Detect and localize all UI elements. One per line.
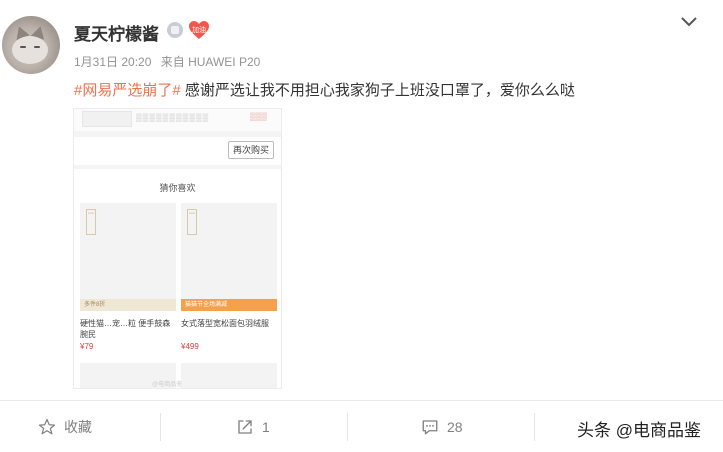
favorite-label: 收藏 — [64, 418, 92, 435]
blurred-thumb — [82, 111, 132, 127]
product-price: ¥499 — [181, 342, 199, 351]
divider — [534, 413, 535, 441]
blurred-price: ▒▒▒ — [250, 112, 268, 121]
screenshot-watermark: @电商品鉴 — [152, 382, 183, 388]
product-flag: ▫▫▫ — [86, 209, 96, 235]
post-text: 感谢严选让我不用担心我家狗子上班没口罩了，爱你么么哒 — [184, 82, 575, 99]
hashtag-link[interactable]: #网易严选崩了# — [74, 82, 181, 99]
product-promo: 猫猫节全场满减 — [181, 299, 277, 311]
comment-icon — [422, 419, 438, 434]
post-meta: 1月31日 20:20 来自 HUAWEI P20 — [74, 53, 266, 70]
comment-button[interactable]: 28 — [421, 401, 463, 452]
divider — [160, 413, 161, 441]
badge-label: 加油 — [192, 27, 206, 34]
blurred-text: ▒▒▒▒▒▒▒▒▒▒▒ — [136, 113, 210, 122]
avatar[interactable] — [2, 16, 60, 74]
username[interactable]: 夏天柠檬酱 — [74, 20, 159, 45]
image-watermark: 头条 @电商品鉴 — [577, 421, 701, 440]
post-source: 来自 HUAWEI P20 — [160, 55, 261, 69]
post-content: #网易严选崩了# 感谢严选让我不用担心我家狗子上班没口罩了，爱你么么哒 — [74, 79, 575, 100]
heart-badge-icon[interactable]: 加油 — [188, 20, 210, 40]
repost-button[interactable]: 1 — [236, 401, 270, 452]
product-name: 女式落型宽松面包羽绒服 — [181, 319, 269, 328]
favorite-button[interactable]: 收藏 — [38, 401, 92, 452]
repost-count: 1 — [262, 418, 270, 435]
rebuy-button: 再次购买 — [228, 141, 274, 159]
product-flag: ▫▫▫ — [187, 209, 197, 235]
product-price: ¥79 — [80, 342, 94, 351]
member-badge-icon[interactable] — [167, 22, 183, 38]
comment-count: 28 — [447, 418, 463, 435]
product-promo: 多件8折 — [80, 299, 176, 311]
share-icon — [238, 419, 252, 434]
post-date[interactable]: 1月31日 20:20 — [74, 55, 151, 69]
product-image — [181, 363, 277, 388]
divider — [347, 413, 348, 441]
chevron-down-icon[interactable] — [679, 14, 699, 30]
product-name: 硬性猫…宠…粒 便手鼓森腕民 — [80, 319, 171, 339]
attached-screenshot[interactable]: ▒▒▒▒▒▒▒▒▒▒▒ ▒▒▒ 再次购买 猜你喜欢 ▫▫▫ 多件8折 硬性猫…宠… — [73, 108, 282, 389]
recommend-title: 猜你喜欢 — [159, 183, 196, 193]
star-icon — [38, 418, 56, 434]
